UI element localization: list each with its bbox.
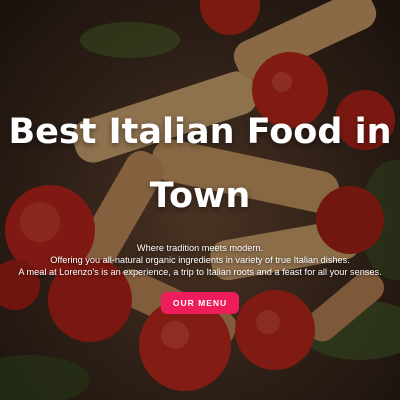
hero-tagline: Where tradition meets modern. Offering y… [0, 242, 400, 278]
our-menu-button[interactable]: OUR MENU [161, 292, 239, 314]
tagline-line: Offering you all-natural organic ingredi… [50, 255, 350, 265]
hero-title: Best Italian Food in Town [8, 112, 392, 216]
hero-section: Best Italian Food in Town Where traditio… [0, 0, 400, 400]
tagline-line: A meal at Lorenzo's is an experience, a … [18, 267, 382, 277]
hero-content: Best Italian Food in Town Where traditio… [0, 100, 400, 314]
tagline-line: Where tradition meets modern. [136, 243, 264, 253]
